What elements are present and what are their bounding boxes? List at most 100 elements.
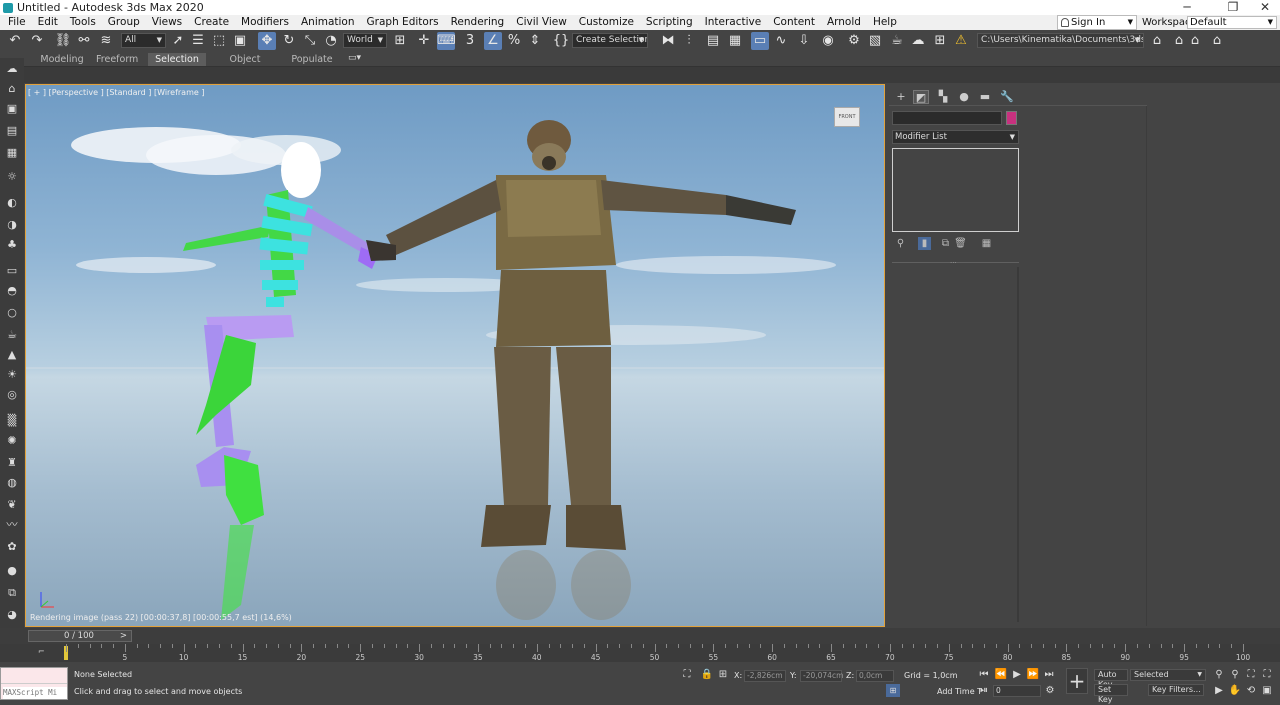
select-and-move-icon[interactable]: ✥ (258, 32, 276, 50)
redo-icon[interactable]: ↷ (28, 32, 46, 50)
environment-icon[interactable]: ◕ (4, 608, 20, 622)
zoom-icon[interactable]: ⚲ (1212, 668, 1226, 681)
menu-modifiers[interactable]: Modifiers (235, 15, 295, 30)
render-production-icon[interactable]: ☕ (888, 32, 906, 50)
add-time-tag[interactable]: Add Time T (937, 687, 982, 696)
named-selection-dropdown[interactable]: Create Selection Se▼ (572, 33, 648, 48)
absolute-mode-icon[interactable]: ⊞ (716, 668, 730, 681)
menu-rendering[interactable]: Rendering (445, 15, 511, 30)
globe-icon[interactable]: ◍ (4, 476, 20, 490)
torus-icon[interactable]: ◎ (4, 388, 20, 402)
pin-stack-icon[interactable]: ⚲ (894, 237, 907, 250)
bind-space-warp-icon[interactable]: ≋ (97, 32, 115, 50)
tab-selection[interactable]: Selection (148, 53, 206, 66)
plant-icon[interactable]: ❦ (4, 498, 20, 512)
render-icon[interactable]: ⧉ (4, 586, 20, 600)
set-key-button[interactable]: Set Key (1094, 684, 1128, 704)
key-mode-dropdown[interactable]: Selected ▼ (1130, 669, 1206, 681)
zoom-extents-all-icon[interactable]: ⛶ (1260, 668, 1274, 681)
perspective-viewport[interactable]: [ + ] [Perspective ] [Standard ] [Wirefr… (25, 84, 885, 627)
mirror-icon[interactable]: ⧓ (659, 32, 677, 50)
curve-editor-icon[interactable]: ∿ (772, 32, 790, 50)
slider-next-icon[interactable]: > (120, 631, 127, 641)
shape-icon[interactable]: ⌂ (4, 82, 20, 96)
viewcube[interactable]: FRONT (834, 107, 860, 127)
selection-filter-dropdown[interactable]: All ▼ (121, 33, 166, 48)
track-bar[interactable]: ⌐ 5 10 15 20 25 30 35 40 45 50 55 60 65 70 75 80 85 90 95 1… (0, 644, 1280, 662)
add-time-tag-icon[interactable]: ⊞ (886, 684, 900, 697)
menu-arnold[interactable]: Arnold (821, 15, 867, 30)
key-mode-toggle-icon[interactable]: ⏯ (977, 684, 991, 697)
unlink-icon[interactable]: ⚯ (75, 32, 93, 50)
menu-group[interactable]: Group (102, 15, 146, 30)
isolate-selection-icon[interactable]: ⛶ (680, 668, 694, 681)
toggle-ribbon-icon[interactable]: ▭ (751, 32, 769, 50)
previous-frame-icon[interactable]: ⏪ (994, 668, 1008, 681)
cone-icon[interactable]: ◓ (4, 284, 20, 298)
align-icon[interactable]: ⫶ (680, 32, 698, 50)
render-online-icon[interactable]: ⊞ (931, 32, 949, 50)
ribbon-options-icon[interactable]: ▭▾ (348, 53, 361, 63)
configure-modifier-sets-icon[interactable]: ▦ (980, 237, 993, 250)
tab-populate[interactable]: Populate (290, 53, 334, 66)
project-folder-dropdown[interactable]: C:\Users\Kinematika\Documents\3ds Max 20… (977, 33, 1144, 48)
material-editor-icon[interactable]: ◉ (819, 32, 837, 50)
menu-views[interactable]: Views (146, 15, 188, 30)
time-slider[interactable]: < 0 / 100 > (0, 628, 1280, 644)
keyboard-shortcut-override-icon[interactable]: ⌨ (437, 32, 456, 50)
undo-icon[interactable]: ↶ (6, 32, 24, 50)
rig-icon[interactable]: ♣ (4, 238, 20, 252)
menu-help[interactable]: Help (867, 15, 903, 30)
maxscript-output[interactable] (1, 668, 67, 684)
sphere-icon[interactable]: ○ (4, 306, 20, 320)
current-frame-field[interactable]: 0 (993, 685, 1041, 697)
menu-interactive[interactable]: Interactive (699, 15, 768, 30)
mini-curve-editor-icon[interactable]: ⌐ (38, 647, 45, 656)
zoom-all-icon[interactable]: ⚲ (1228, 668, 1242, 681)
tab-modeling[interactable]: Modeling (40, 53, 84, 66)
maxscript-input[interactable]: MAXScript Mi (3, 687, 67, 699)
minimize-button[interactable]: ─ (1172, 0, 1202, 15)
menu-file[interactable]: File (0, 15, 32, 30)
select-and-rotate-icon[interactable]: ↻ (280, 32, 298, 50)
menu-animation[interactable]: Animation (295, 15, 361, 30)
workspace-dropdown[interactable]: Default ▼ (1187, 16, 1277, 29)
warning-icon[interactable]: ⚠ (952, 32, 970, 50)
pivot-point-center-icon[interactable]: ⊞ (391, 32, 409, 50)
menu-content[interactable]: Content (767, 15, 821, 30)
pan-view-icon[interactable]: ✋ (1228, 684, 1242, 697)
tab-object-paint[interactable]: Object Paint (218, 53, 272, 78)
hair-icon[interactable]: 〰 (4, 518, 20, 532)
time-slider-thumb[interactable]: 0 / 100 > (28, 630, 132, 642)
orbit-icon[interactable]: ⟲ (1244, 684, 1258, 697)
sign-in-dropdown[interactable]: Sign In ▼ (1057, 15, 1137, 30)
link-icon[interactable]: ⛓ (54, 32, 72, 50)
x-coordinate-field[interactable]: -2,826cm (744, 670, 786, 682)
maximize-viewport-icon[interactable]: ▣ (1260, 684, 1274, 697)
select-object-icon[interactable]: ➚ (169, 32, 187, 50)
angle-snap-icon[interactable]: ∠ (484, 32, 502, 50)
cloth-icon[interactable]: ✿ (4, 540, 20, 554)
pyramid-icon[interactable]: ▲ (4, 348, 20, 362)
create-project-icon[interactable]: ⌂ (1186, 32, 1204, 50)
select-manipulate-icon[interactable]: ✛ (415, 32, 433, 50)
play-icon[interactable]: ▶ (1010, 668, 1024, 681)
spinner-snap-icon[interactable]: ⇕ (526, 32, 544, 50)
image-icon[interactable]: ▣ (4, 102, 20, 116)
go-to-start-icon[interactable]: ⏮ (977, 668, 991, 681)
audio-icon[interactable]: ◑ (4, 218, 20, 232)
character-icon[interactable]: ♜ (4, 456, 20, 470)
render-setup-icon[interactable]: ⚙ (845, 32, 863, 50)
key-filters-button[interactable]: Key Filters... (1148, 684, 1204, 696)
display-tab-icon[interactable]: ▬ (977, 90, 993, 104)
reference-coordinate-dropdown[interactable]: World ▼ (343, 33, 387, 48)
project-settings-icon[interactable]: ⌂ (1208, 32, 1226, 50)
modifier-list-dropdown[interactable]: Modifier List ▼ (892, 130, 1019, 144)
show-end-result-icon[interactable]: ▮ (918, 237, 931, 250)
select-and-scale-icon[interactable]: ⤡ (301, 32, 319, 50)
field-of-view-icon[interactable]: ▶ (1212, 684, 1226, 697)
window-crossing-icon[interactable]: ▣ (231, 32, 249, 50)
menu-create[interactable]: Create (188, 15, 235, 30)
menu-graph-editors[interactable]: Graph Editors (361, 15, 445, 30)
tab-freeform[interactable]: Freeform (96, 53, 138, 66)
